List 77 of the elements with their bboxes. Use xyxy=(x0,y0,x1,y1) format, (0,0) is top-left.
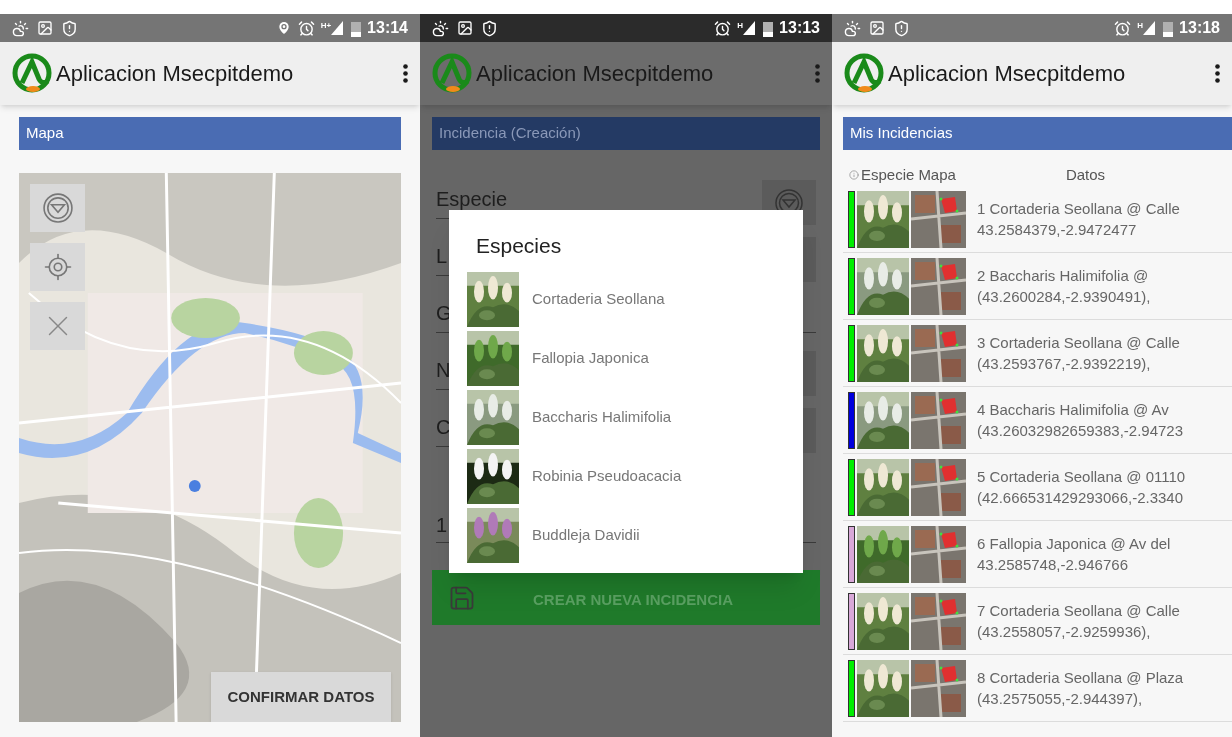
incident-row[interactable]: 6 Fallopia Japonica @ Av del 43.2585748,-2.946766 xyxy=(843,521,1232,588)
image-icon xyxy=(457,20,473,36)
battery-icon xyxy=(1163,19,1174,37)
incident-title: 7 Cortaderia Seollana @ Calle xyxy=(977,601,1180,621)
incident-title: 2 Baccharis Halimifolia @ xyxy=(977,266,1150,286)
incident-coordinates: (43.2575055,-2.944397), xyxy=(977,689,1144,709)
section-header: Mis Incidencias xyxy=(843,117,1232,150)
image-icon xyxy=(869,20,885,36)
species-option[interactable]: Buddleja Davidii xyxy=(467,505,785,565)
more-options-icon xyxy=(1215,64,1220,83)
weather-icon xyxy=(12,19,29,37)
network-type: H xyxy=(1137,20,1144,32)
incident-row[interactable]: 8 Cortaderia Seollana @ Plaza (43.2575055,-2.944397), xyxy=(843,655,1232,722)
incident-row[interactable]: 7 Cortaderia Seollana @ Calle (43.2558057,-2.9259936), xyxy=(843,588,1232,655)
network-type: H+ xyxy=(320,20,332,32)
logo-icon xyxy=(432,52,472,95)
more-options-icon xyxy=(403,64,408,83)
incident-title: 3 Cortaderia Seollana @ Calle xyxy=(977,333,1180,353)
locate-button[interactable] xyxy=(30,243,85,291)
app-title: Aplicacion Msecpitdemo xyxy=(56,60,294,88)
incident-title: 6 Fallopia Japonica @ Av del xyxy=(977,534,1171,554)
incident-coordinates: (42.666531429293066,-2.3340 xyxy=(977,488,1185,508)
incident-row[interactable]: 4 Baccharis Halimifolia @ Av (43.26032982659383,-2.94723 xyxy=(843,387,1232,454)
alert-shield-icon xyxy=(61,19,78,37)
alert-shield-icon xyxy=(481,19,498,37)
incident-row[interactable]: 5 Cortaderia Seollana @ 01110 (42.666531429293066,-2.3340 xyxy=(843,454,1232,521)
incident-row[interactable]: 1 Cortaderia Seollana @ Calle 43.2584379,-2.9472477 xyxy=(843,186,1232,253)
signal-icon xyxy=(331,21,344,35)
confirm-button[interactable]: CONFIRMAR DATOS xyxy=(211,672,391,722)
incident-title: 4 Baccharis Halimifolia @ Av xyxy=(977,400,1170,420)
network-type: H xyxy=(737,20,744,32)
more-options-icon xyxy=(815,64,820,83)
battery-icon xyxy=(351,19,362,37)
signal-icon xyxy=(1143,21,1156,35)
weather-icon xyxy=(432,19,449,37)
incident-row[interactable]: 2 Baccharis Halimifolia @ (43.2600284,-2.9390491), xyxy=(843,253,1232,320)
clock-time: 13:14 xyxy=(367,18,408,38)
species-option[interactable]: Fallopia Japonica xyxy=(467,328,785,388)
incident-coordinates: (43.2593767,-2.9392219), xyxy=(977,354,1152,374)
weather-icon xyxy=(844,19,861,37)
dropdown-button[interactable] xyxy=(30,184,85,232)
incident-title: 1 Cortaderia Seollana @ Calle xyxy=(977,199,1180,219)
logo-icon xyxy=(844,52,884,95)
image-icon xyxy=(37,20,53,36)
info-icon xyxy=(849,170,859,180)
species-option[interactable]: Baccharis Halimifolia xyxy=(467,387,785,447)
incident-coordinates: (43.26032982659383,-2.94723 xyxy=(977,421,1184,441)
section-header: Mapa xyxy=(19,117,401,150)
dropdown-circle-icon xyxy=(42,193,73,223)
species-option[interactable]: Robinia Pseudoacacia xyxy=(467,446,785,506)
column-header: Especie xyxy=(861,164,915,185)
column-header: Mapa xyxy=(918,164,956,185)
clock-time: 13:13 xyxy=(779,18,820,38)
alert-shield-icon xyxy=(893,19,910,37)
signal-icon xyxy=(743,21,756,35)
alarm-icon xyxy=(297,19,315,37)
incident-title: 8 Cortaderia Seollana @ Plaza xyxy=(977,668,1184,688)
battery-icon xyxy=(763,19,774,37)
incident-row[interactable]: 3 Cortaderia Seollana @ Calle (43.2593767,-2.9392219), xyxy=(843,320,1232,387)
alarm-icon xyxy=(714,19,732,37)
incident-coordinates: (43.2558057,-2.9259936), xyxy=(977,622,1152,642)
app-title: Aplicacion Msecpitdemo xyxy=(476,60,714,88)
dialog-title: Especies xyxy=(475,233,563,259)
incident-coordinates: 43.2584379,-2.9472477 xyxy=(977,220,1138,240)
column-header: Datos xyxy=(1065,164,1106,185)
incident-coordinates: 43.2585748,-2.946766 xyxy=(977,555,1129,575)
overflow-menu-button[interactable] xyxy=(1213,62,1222,85)
species-option[interactable]: Cortaderia Seollana xyxy=(467,269,785,329)
logo-icon xyxy=(12,52,52,95)
alarm-icon xyxy=(1114,19,1132,37)
incident-title: 5 Cortaderia Seollana @ 01110 xyxy=(977,467,1186,487)
overflow-menu-button[interactable] xyxy=(401,62,410,85)
clock-time: 13:18 xyxy=(1179,18,1220,38)
incident-coordinates: (43.2600284,-2.9390491), xyxy=(977,287,1151,307)
crosshair-icon xyxy=(42,252,73,282)
section-header: Incidencia (Creación) xyxy=(432,117,820,150)
app-title: Aplicacion Msecpitdemo xyxy=(888,60,1126,88)
